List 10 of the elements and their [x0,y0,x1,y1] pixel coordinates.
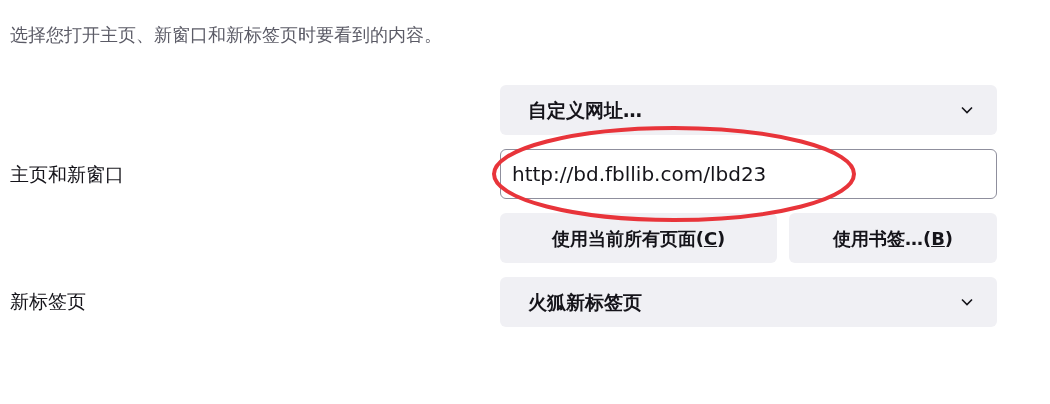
dropdown[interactable]: 自定义网址… [500,85,997,135]
section-description: 选择您打开主页、新窗口和新标签页时要看到的内容。 [10,23,443,47]
dropdown[interactable]: 火狐新标签页 [500,277,997,327]
setting-label: 主页和新窗口 [10,161,124,187]
setting-label: 新标签页 [10,288,86,314]
chevron-down-icon [961,298,973,306]
action-button[interactable]: 使用当前所有页面(C) [500,213,777,263]
chevron-down-icon [961,106,973,114]
action-button[interactable]: 使用书签…(B) [789,213,997,263]
url-field[interactable]: http://bd.fbllib.com/lbd23 [500,149,997,199]
